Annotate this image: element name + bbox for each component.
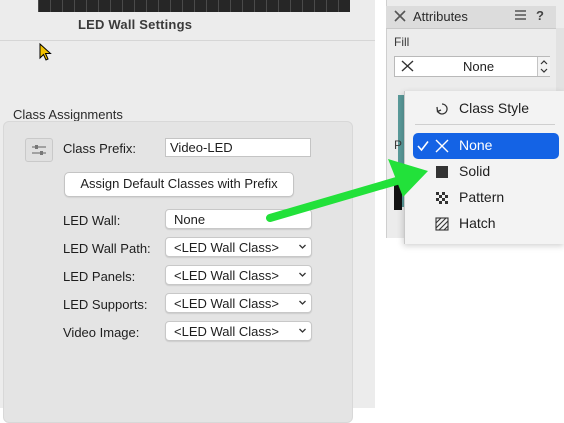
led-panels-label: LED Panels:: [63, 269, 136, 284]
chevron-down-icon: [299, 300, 306, 305]
led-wall-label: LED Wall:: [63, 213, 121, 228]
video-image-label: Video Image:: [63, 325, 140, 340]
hamburger-menu-icon[interactable]: [514, 9, 527, 21]
led-wall-path-label: LED Wall Path:: [63, 241, 151, 256]
led-panels-value: <LED Wall Class>: [174, 268, 279, 283]
chevron-down-icon: [299, 272, 306, 277]
menu-item-partial[interactable]: [405, 237, 564, 244]
menu-item-class-style[interactable]: Class Style: [405, 96, 564, 122]
annotation-arrow: [266, 159, 428, 222]
chevron-down-icon: [299, 328, 306, 333]
menu-item-label: Class Style: [459, 100, 530, 116]
fill-style-value: None: [463, 59, 495, 74]
class-prefix-label: Class Prefix:: [63, 141, 136, 156]
palette-header: [386, 6, 556, 29]
palette-title: Attributes: [413, 9, 468, 24]
chevron-down-icon: [299, 244, 306, 249]
gradient-icon: [435, 243, 449, 244]
x-icon: [401, 60, 414, 72]
section-title: Class Assignments: [13, 107, 123, 122]
led-supports-label: LED Supports:: [63, 297, 148, 312]
menu-item-label: None: [459, 137, 493, 153]
help-button[interactable]: ?: [536, 8, 544, 23]
led-wall-path-popup[interactable]: <LED Wall Class>: [165, 237, 312, 257]
partial-label: P: [394, 138, 403, 152]
menu-item-label: Pattern: [459, 189, 505, 205]
fill-label: Fill: [394, 35, 410, 49]
led-panels-popup[interactable]: <LED Wall Class>: [165, 265, 312, 285]
led-wall-path-value: <LED Wall Class>: [174, 240, 279, 255]
video-image-value: <LED Wall Class>: [174, 324, 279, 339]
x-icon: [435, 139, 449, 153]
hatch-icon: [435, 217, 449, 231]
class-style-icon: [436, 103, 448, 115]
checkmark-icon: [417, 141, 429, 152]
checker-pattern-icon: [436, 192, 448, 204]
mouse-cursor-icon: [39, 43, 52, 61]
video-image-popup[interactable]: <LED Wall Class>: [165, 321, 312, 341]
preview-strip: [38, 0, 350, 12]
solid-square-icon: [436, 166, 448, 178]
led-supports-popup[interactable]: <LED Wall Class>: [165, 293, 312, 313]
chevron-updown-icon: [540, 60, 548, 73]
dialog-title: LED Wall Settings: [78, 17, 193, 32]
menu-item-label: Hatch: [459, 215, 496, 231]
fill-stepper[interactable]: [537, 57, 550, 76]
menu-divider: [415, 124, 555, 125]
menu-item-label: Solid: [459, 163, 491, 179]
led-supports-value: <LED Wall Class>: [174, 296, 279, 311]
close-icon[interactable]: [394, 10, 406, 22]
led-wall-value: None: [174, 212, 206, 227]
settings-sliders-icon[interactable]: [25, 138, 53, 162]
